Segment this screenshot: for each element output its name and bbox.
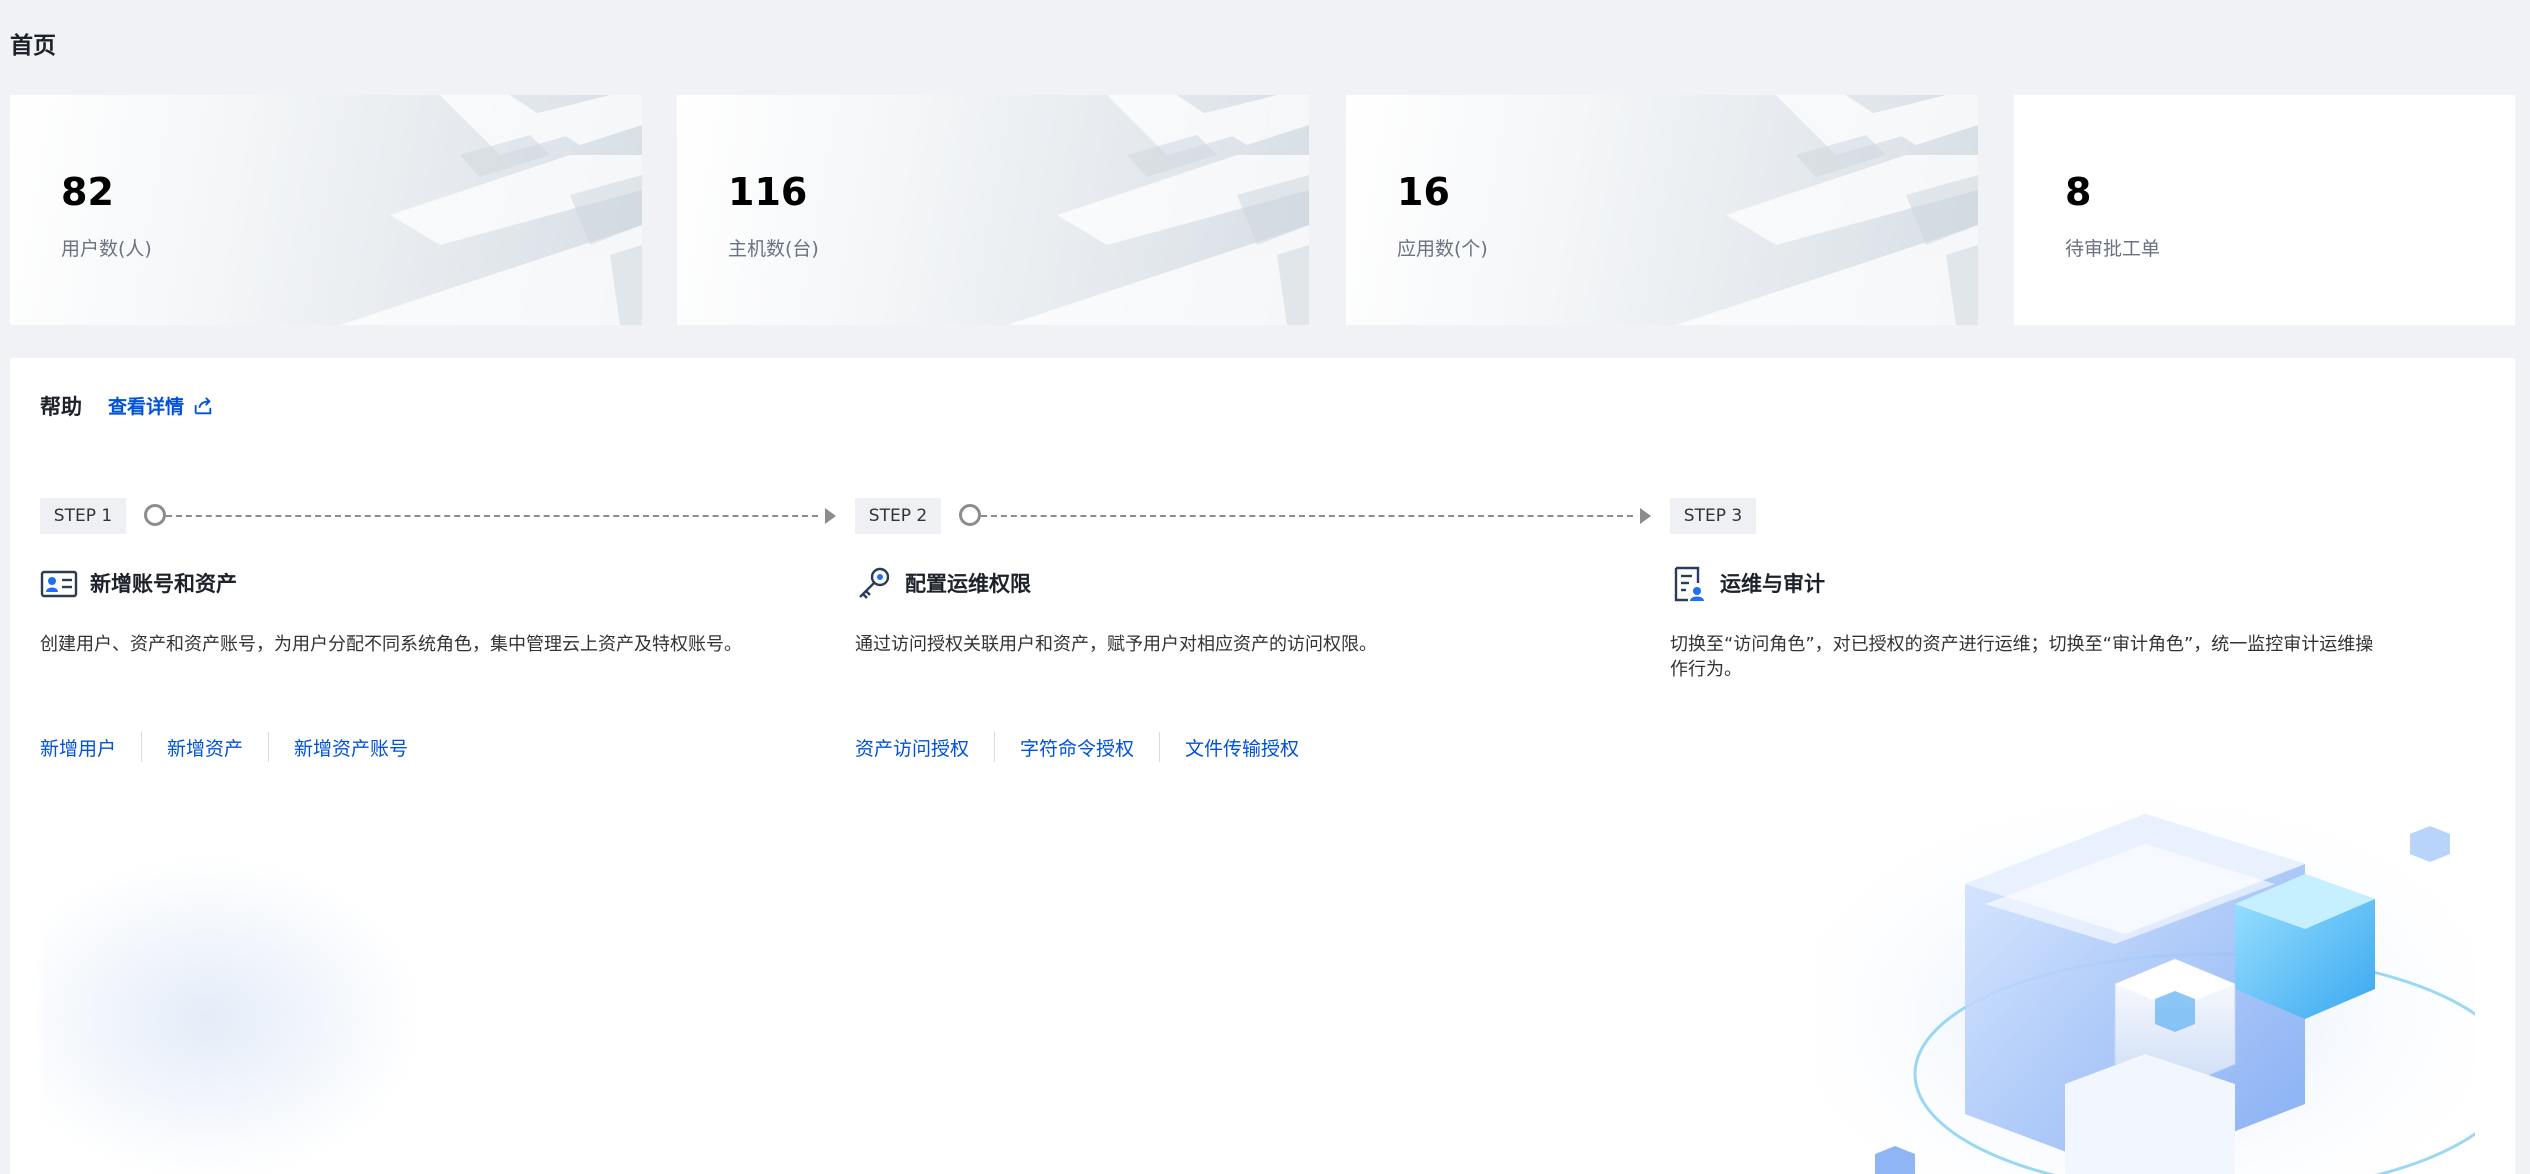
- stat-value: 16: [1397, 170, 1450, 214]
- step-heading: 新增账号和资产: [90, 572, 237, 596]
- step-heading: 运维与审计: [1720, 572, 1825, 596]
- step-links: 新增用户 新增资产 新增资产账号: [40, 732, 408, 762]
- stat-label: 待审批工单: [2065, 238, 2161, 260]
- audit-document-icon: [1674, 566, 1704, 602]
- add-user-link[interactable]: 新增用户: [40, 734, 116, 761]
- asset-access-authorization-link[interactable]: 资产访问授权: [855, 734, 969, 761]
- arrow-right-icon: [825, 508, 836, 524]
- page-title: 首页: [10, 33, 56, 59]
- home-page: 首页 82 用户数(人) 116 主机数(台) 16 应用数(个) 8 待审批工…: [0, 0, 2530, 1174]
- divider: [268, 732, 270, 762]
- command-authorization-link[interactable]: 字符命令授权: [1020, 734, 1134, 761]
- stat-label: 应用数(个): [1397, 238, 1488, 260]
- arrow-right-icon: [1640, 508, 1651, 524]
- add-asset-link[interactable]: 新增资产: [167, 734, 243, 761]
- stat-label: 用户数(人): [61, 238, 152, 260]
- view-details-label: 查看详情: [108, 396, 185, 418]
- step-tag: STEP 3: [1670, 498, 1756, 534]
- step-tag: STEP 1: [40, 498, 126, 534]
- stat-card-users[interactable]: 82 用户数(人): [10, 95, 642, 325]
- step-description: 通过访问授权关联用户和资产，赋予用户对相应资产的访问权限。: [855, 634, 1377, 655]
- stat-card-hosts[interactable]: 116 主机数(台): [677, 95, 1309, 325]
- decorative-cube-ghost: [40, 828, 460, 1174]
- stat-value: 8: [2065, 170, 2092, 214]
- step-description: 切换至“访问角色”，对已授权的资产进行运维；切换至“审计角色”，统一监控审计运维…: [1670, 634, 2374, 680]
- add-asset-account-link[interactable]: 新增资产账号: [294, 734, 408, 761]
- divider: [1159, 732, 1161, 762]
- stat-value: 116: [728, 170, 808, 214]
- account-card-icon: [40, 570, 78, 598]
- step-circle-icon: [959, 504, 981, 526]
- step-description: 创建用户、资产和资产账号，为用户分配不同系统角色，集中管理云上资产及特权账号。: [40, 634, 742, 655]
- divider: [994, 732, 996, 762]
- step-connector: [166, 515, 818, 517]
- step-circle-icon: [144, 504, 166, 526]
- stat-card-pending-tickets[interactable]: 8 待审批工单: [2014, 95, 2515, 325]
- cube-illustration: [1815, 774, 2475, 1174]
- help-panel: 帮助 查看详情 STEP 1 新增账号和资产 创建用户、资产和资产账号，为用户分…: [10, 358, 2515, 1174]
- key-icon: [859, 567, 890, 599]
- divider: [141, 732, 143, 762]
- external-link-icon: [194, 396, 212, 414]
- step-tag: STEP 2: [855, 498, 941, 534]
- file-transfer-authorization-link[interactable]: 文件传输授权: [1185, 734, 1299, 761]
- help-title: 帮助: [40, 395, 82, 419]
- stat-label: 主机数(台): [728, 238, 819, 260]
- step-links: 资产访问授权 字符命令授权 文件传输授权: [855, 732, 1299, 762]
- stat-value: 82: [61, 170, 114, 214]
- view-details-link[interactable]: 查看详情: [108, 392, 214, 419]
- step-heading: 配置运维权限: [905, 572, 1031, 596]
- stat-card-apps[interactable]: 16 应用数(个): [1346, 95, 1978, 325]
- step-connector: [981, 515, 1633, 517]
